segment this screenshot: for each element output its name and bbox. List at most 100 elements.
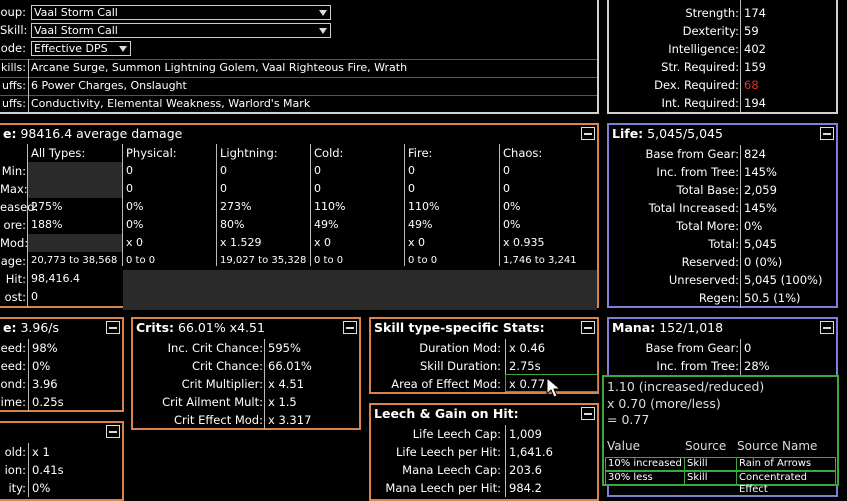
lower-left-value: 0.41s <box>28 461 64 479</box>
speed-label: ond: <box>0 377 27 391</box>
damage-cell: 0% <box>503 200 521 213</box>
damage-cell: 20,773 to 38,568 <box>31 255 118 266</box>
damage-cell: 0% <box>503 218 521 231</box>
skill-dropdown[interactable]: Vaal Storm Call <box>31 23 331 38</box>
attribute-value: 194 <box>740 94 766 112</box>
tooltip-line-2: x 0.70 (more/less) <box>607 396 721 411</box>
skilltype-label: Duration Mod: <box>419 341 501 355</box>
mode-dropdown[interactable]: Effective DPS <box>31 41 131 56</box>
damage-minimize-button[interactable] <box>581 127 595 140</box>
tooltip-table-row: 30% less Skill Concentrated Effect <box>605 471 836 495</box>
tooltip-cell: Rain of Arrows <box>736 458 811 470</box>
damage-row-label: Min: <box>1 164 26 178</box>
lower-left-value: x 1 <box>28 443 50 461</box>
tooltip-table: Value Source Source Name 10% increased Skill… <box>605 439 836 495</box>
crit-row: Inc. Crit Chance: 595% <box>133 339 359 357</box>
skills-label: kills: <box>1 61 26 74</box>
damage-row-label: eased: <box>0 200 39 214</box>
speed-label: ime: <box>0 395 26 409</box>
life-row: Total More: 0% <box>609 217 836 235</box>
tooltip-cell: Skill <box>684 458 707 470</box>
life-rows: Base from Gear: 824 Inc. from Tree: 145% Tot… <box>609 125 836 307</box>
leech-label: Life Leech per Hit: <box>396 445 501 459</box>
damage-panel: e: 98416.4 average damage All Types: Phys… <box>0 123 599 310</box>
attribute-value: 59 <box>740 22 759 40</box>
leech-row: Life Leech per Hit: 1,641.6 <box>371 443 597 461</box>
crit-row: Crit Multiplier: x 4.51 <box>133 375 359 393</box>
damage-cell: 49% <box>314 218 339 231</box>
damage-empty-area <box>123 270 597 310</box>
tooltip-header-cell: Source Name <box>737 439 818 453</box>
crits-panel: Crits: 66.01% x4.51 Inc. Crit Chance: 595… <box>131 317 361 430</box>
chevron-down-icon <box>319 10 327 16</box>
mode-label: ode: <box>0 41 26 55</box>
damage-cell: 0 to 0 <box>408 255 438 266</box>
life-value: 824 <box>740 145 766 163</box>
crit-label: Crit Multiplier: <box>181 377 263 391</box>
chevron-down-icon <box>119 46 127 52</box>
damage-empty-cell <box>28 234 123 252</box>
crit-value: x 4.51 <box>264 375 304 393</box>
buffs-label: uffs: <box>2 79 26 92</box>
damage-cell <box>28 162 31 180</box>
speed-row: eed: 98% <box>0 339 122 357</box>
leech-label: Mana Leech Cap: <box>402 463 501 477</box>
damage-row-label: ore: <box>3 218 26 232</box>
attribute-row: Dex. Required: 68 <box>609 76 836 94</box>
life-row: Unreserved: 5,045 (100%) <box>609 271 836 289</box>
damage-column-header: Lightning: <box>220 146 278 160</box>
damage-row-label: Max: <box>0 182 28 196</box>
skilltype-label: Area of Effect Mod: <box>391 377 501 391</box>
leech-panel: Leech & Gain on Hit: Life Leech Cap: 1,00… <box>369 403 599 501</box>
mode-dropdown-value: Effective DPS <box>34 42 108 55</box>
damage-cell: 19,027 to 35,328 <box>220 255 307 266</box>
attributes-panel: Strength: 174 Dexterity: 59 Intelligence: 402… <box>607 0 838 114</box>
attribute-value: 174 <box>740 4 766 22</box>
life-label: Total More: <box>676 219 739 233</box>
lower-left-row: ion: 0.41s <box>0 461 122 479</box>
speed-row: eed: 0% <box>0 357 122 375</box>
damage-hit-value: 98,416.4 <box>31 272 80 285</box>
lower-left-rows: old: x 1 ion: 0.41s ity: 0% <box>0 423 122 499</box>
damage-cell: x 0.935 <box>503 236 545 249</box>
crit-row: Crit Effect Mod: x 3.317 <box>133 411 359 429</box>
tooltip-cell: Concentrated Effect <box>736 472 835 495</box>
life-value: 145% <box>740 199 777 217</box>
crit-value: 595% <box>264 339 301 357</box>
attribute-value: 159 <box>740 58 766 76</box>
skill-dropdown-value: Vaal Storm Call <box>34 24 118 37</box>
life-value: 5,045 (100%) <box>740 271 822 289</box>
debuffs-label: uffs: <box>2 97 26 110</box>
skilltype-row: Duration Mod: x 0.46 <box>371 339 597 357</box>
damage-cell: 0 <box>408 164 415 177</box>
attribute-label: Intelligence: <box>668 42 739 56</box>
skill-label: Skill: <box>0 23 28 37</box>
life-row: Regen: 50.5 (1%) <box>609 289 836 307</box>
lower-left-label: old: <box>4 445 26 459</box>
attribute-label: Dexterity: <box>682 24 739 38</box>
skilltype-row: Skill Duration: 2.75s <box>371 357 597 375</box>
damage-title-value: 98416.4 average damage <box>20 126 183 141</box>
life-value: 0 (0%) <box>740 253 782 271</box>
damage-cell: 0 <box>220 164 227 177</box>
lower-left-row: ity: 0% <box>0 479 122 497</box>
speed-panel: e: 3.96/s eed: 98% eed: 0% ond: 3.96 ime: 0.25s <box>0 317 124 412</box>
speed-row: ond: 3.96 <box>0 375 122 393</box>
mana-value: 0 <box>740 339 751 357</box>
damage-cell: 0 <box>503 164 510 177</box>
damage-cell: 0 <box>126 182 133 195</box>
attribute-row: Str. Required: 159 <box>609 58 836 76</box>
life-label: Total Base: <box>676 183 739 197</box>
skilltype-panel: Skill type-specific Stats: Duration Mod:… <box>369 317 599 394</box>
group-dropdown[interactable]: Vaal Storm Call <box>31 5 331 20</box>
group-label: oup: <box>0 5 27 19</box>
crit-label: Crit Chance: <box>191 359 263 373</box>
leech-rows: Life Leech Cap: 1,009 Life Leech per Hit: 1… <box>371 405 597 499</box>
damage-column-header: Physical: <box>126 146 177 160</box>
tooltip-cell: 30% less <box>608 472 653 483</box>
tooltip-cell: Skill <box>684 472 707 484</box>
attribute-value: 402 <box>740 40 766 58</box>
lower-left-panel: old: x 1 ion: 0.41s ity: 0% <box>0 421 124 501</box>
damage-column-divider <box>404 144 405 266</box>
crit-label: Crit Ailment Mult: <box>162 395 263 409</box>
